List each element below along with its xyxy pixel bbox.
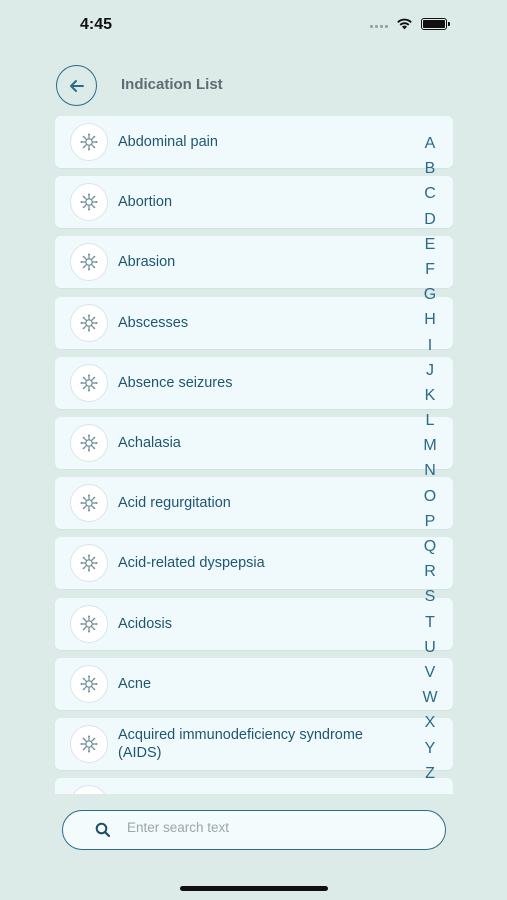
arrow-left-icon (69, 79, 84, 92)
virus-cell-icon (70, 725, 108, 763)
virus-cell-icon (70, 785, 108, 794)
index-letter[interactable]: Z (418, 761, 442, 786)
search-icon (95, 822, 111, 838)
index-letter[interactable]: Q (418, 534, 442, 559)
list-item[interactable]: Abscesses (55, 296, 453, 349)
back-button[interactable] (56, 65, 97, 106)
list-item[interactable] (55, 778, 453, 794)
index-letter[interactable]: S (418, 584, 442, 609)
list-item-label: Absence seizures (118, 374, 233, 391)
virus-cell-icon (70, 363, 108, 402)
alphabet-index[interactable]: ABCDEFGHIJKLMNOPQRSTUVWXYZ (418, 131, 442, 786)
list-item-label: Abdominal pain (118, 134, 218, 150)
index-letter[interactable]: W (418, 685, 442, 710)
list-item[interactable]: Abdominal pain (55, 116, 453, 168)
virus-cell-icon (70, 664, 108, 703)
index-letter[interactable]: P (418, 509, 442, 534)
status-time: 4:45 (80, 16, 113, 33)
index-letter[interactable]: G (418, 282, 442, 307)
list-item-label: Acid regurgitation (118, 495, 231, 512)
list-item[interactable]: Achalasia (55, 417, 453, 469)
page-title: Indication List (121, 76, 223, 93)
list-item-label: Acne (118, 675, 152, 692)
list-item-label: Achalasia (118, 435, 181, 451)
list-item-label: Abortion (118, 194, 173, 211)
list-item[interactable]: Acquired immunodeficiency syndrome (AIDS… (55, 718, 453, 770)
wifi-icon (396, 18, 413, 30)
list-item[interactable]: Acne (55, 657, 453, 710)
list-item[interactable]: Acid-related dyspepsia (55, 537, 453, 590)
battery-icon (421, 18, 450, 30)
index-letter[interactable]: U (418, 635, 442, 660)
list-item-label: Abrasion (118, 254, 176, 271)
index-letter[interactable]: V (418, 660, 442, 685)
index-letter[interactable]: J (418, 358, 442, 383)
index-letter[interactable]: T (418, 610, 442, 635)
list-item[interactable]: Absence seizures (55, 356, 453, 409)
status-bar: 4:45 (0, 0, 507, 50)
indication-list[interactable]: Abdominal pain Abortion Abrasion Abscesses A… (55, 116, 453, 794)
cellular-signal-icon (370, 20, 388, 28)
search-bar[interactable] (62, 810, 446, 850)
home-indicator[interactable] (180, 886, 328, 891)
index-letter[interactable]: A (418, 131, 442, 156)
list-item-label: Acquired immunodeficiency syndrome (AIDS… (118, 727, 363, 761)
list-item[interactable]: Abrasion (55, 236, 453, 289)
list-item-label: Acidosis (118, 615, 172, 632)
index-letter[interactable]: I (418, 333, 442, 358)
index-letter[interactable]: C (418, 181, 442, 206)
index-letter[interactable]: K (418, 383, 442, 408)
index-letter[interactable]: O (418, 484, 442, 509)
index-letter[interactable]: X (418, 710, 442, 735)
virus-cell-icon (70, 484, 108, 523)
index-letter[interactable]: H (418, 307, 442, 332)
list-item[interactable]: Acidosis (55, 597, 453, 650)
index-letter[interactable]: B (418, 156, 442, 181)
list-item[interactable]: Abortion (55, 176, 453, 229)
list-item[interactable]: Acid regurgitation (55, 477, 453, 530)
virus-cell-icon (70, 243, 108, 282)
index-letter[interactable]: D (418, 207, 442, 232)
index-letter[interactable]: F (418, 257, 442, 282)
list-item-label: Acid-related dyspepsia (118, 555, 265, 572)
index-letter[interactable]: N (418, 458, 442, 483)
virus-cell-icon (70, 424, 108, 462)
search-input[interactable] (127, 819, 407, 835)
virus-cell-icon (70, 604, 108, 643)
index-letter[interactable]: R (418, 559, 442, 584)
index-letter[interactable]: M (418, 433, 442, 458)
index-letter[interactable]: E (418, 232, 442, 257)
virus-cell-icon (70, 303, 108, 342)
status-icons (370, 18, 450, 30)
virus-cell-icon (70, 123, 108, 161)
index-letter[interactable]: L (418, 408, 442, 433)
virus-cell-icon (70, 183, 108, 222)
virus-cell-icon (70, 544, 108, 583)
list-item-label: Abscesses (118, 314, 189, 331)
index-letter[interactable]: Y (418, 736, 442, 761)
